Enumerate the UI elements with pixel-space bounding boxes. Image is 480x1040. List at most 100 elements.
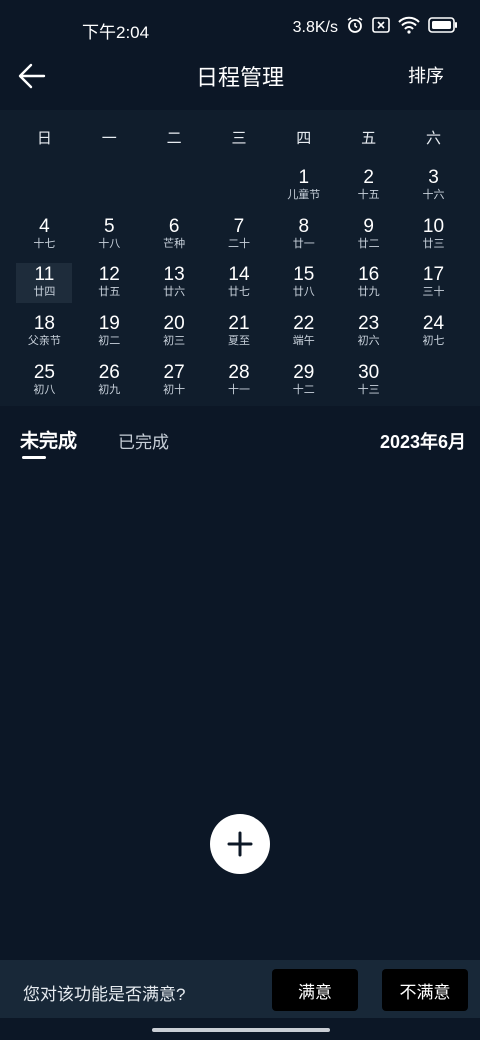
status-bar: 下午2:04 3.8K/s — [0, 0, 480, 56]
day-number: 23 — [358, 313, 380, 335]
calendar-day[interactable]: 17 三十 — [401, 263, 466, 312]
lunar-date: 初七 — [422, 335, 445, 348]
home-indicator[interactable] — [152, 1028, 330, 1032]
day-number: 25 — [33, 361, 55, 383]
lunar-date: 三十 — [422, 286, 445, 299]
calendar-day[interactable]: 25 初八 — [12, 361, 77, 410]
day-number: 29 — [293, 361, 315, 383]
calendar-day[interactable]: 3 十六 — [401, 166, 466, 215]
tab-indicator — [22, 456, 46, 459]
day-number: 9 — [363, 215, 374, 237]
satisfied-button[interactable]: 满意 — [272, 969, 358, 1011]
calendar-day[interactable]: 24 初七 — [401, 312, 466, 361]
lunar-date: 廿二 — [357, 237, 380, 250]
lunar-date: 十二 — [292, 383, 315, 396]
calendar-grid: 1 儿童节 2 十五 3 十六 4 十七 5 十八 6 芒种 7 二十 8 廿一 9 廿二 10 廿三 11 廿四 12 廿五… — [12, 166, 466, 409]
lunar-date: 廿九 — [357, 286, 380, 299]
calendar-day[interactable]: 29 十二 — [271, 361, 336, 410]
lunar-date: 廿六 — [163, 286, 186, 299]
lunar-date: 十八 — [98, 237, 121, 250]
day-number: 1 — [298, 167, 310, 188]
day-number: 21 — [228, 313, 250, 335]
day-number: 6 — [168, 215, 180, 237]
calendar-day[interactable]: 5 十八 — [77, 215, 142, 264]
calendar-day-selected[interactable]: 11 廿四 — [16, 263, 73, 304]
lunar-date: 儿童节 — [287, 189, 321, 201]
day-number: 11 — [34, 264, 55, 286]
calendar-day[interactable]: 16 廿九 — [336, 263, 401, 312]
day-number: 17 — [422, 264, 445, 286]
lunar-date: 二十 — [227, 237, 250, 250]
calendar-day[interactable]: 23 初六 — [336, 312, 401, 361]
month-label[interactable]: 2023年6月 — [380, 428, 466, 454]
lunar-date: 夏至 — [227, 335, 250, 348]
add-schedule-button[interactable] — [210, 814, 270, 874]
calendar-day[interactable]: 18 父亲节 — [12, 312, 77, 361]
lunar-date: 初十 — [163, 383, 186, 396]
weekday-header: 日一二三四五六 — [12, 127, 466, 148]
day-number: 10 — [422, 215, 445, 237]
feedback-question: 您对该功能是否满意? — [23, 985, 186, 1004]
calendar-day[interactable]: 8 廿一 — [271, 215, 336, 264]
calendar-day[interactable]: 14 廿七 — [207, 263, 272, 312]
day-number: 2 — [363, 167, 374, 188]
calendar-day[interactable]: 9 廿二 — [336, 215, 401, 264]
header: 日程管理 排序 — [0, 52, 480, 110]
lunar-date: 十六 — [422, 189, 445, 201]
day-number: 12 — [98, 264, 120, 286]
calendar-day[interactable]: 7 二十 — [207, 215, 272, 264]
day-number: 15 — [293, 264, 315, 286]
lunar-date: 初六 — [357, 335, 380, 348]
day-number: 14 — [228, 264, 250, 286]
day-number: 3 — [428, 167, 439, 188]
calendar-empty-cell — [207, 166, 272, 215]
calendar-day[interactable]: 30 十三 — [336, 361, 401, 410]
status-time: 下午2:04 — [82, 23, 150, 42]
day-number: 7 — [233, 215, 245, 237]
calendar-day[interactable]: 19 初二 — [77, 312, 142, 361]
calendar-day[interactable]: 12 廿五 — [77, 263, 142, 312]
calendar-day[interactable]: 27 初十 — [142, 361, 207, 410]
lunar-date: 初三 — [163, 335, 186, 348]
day-number: 19 — [98, 313, 120, 335]
weekday-label: 日 — [36, 130, 52, 147]
lunar-date: 芒种 — [163, 237, 186, 250]
day-number: 24 — [422, 313, 445, 335]
day-number: 20 — [163, 313, 185, 335]
lunar-date: 端午 — [292, 335, 315, 348]
calendar-day[interactable]: 1 儿童节 — [271, 166, 336, 215]
calendar-day[interactable]: 2 十五 — [336, 166, 401, 215]
day-number: 5 — [103, 215, 115, 237]
calendar-day[interactable]: 20 初三 — [142, 312, 207, 361]
sort-button[interactable]: 排序 — [408, 62, 444, 88]
lunar-date: 廿五 — [98, 286, 121, 299]
calendar: 日一二三四五六 1 儿童节 2 十五 3 十六 4 十七 5 十八 6 芒种 7 二十 8 廿一 9 廿二 10 廿三… — [0, 110, 480, 406]
calendar-day[interactable]: 10 廿三 — [401, 215, 466, 264]
calendar-day[interactable]: 28 十一 — [207, 361, 272, 410]
calendar-day[interactable]: 22 端午 — [271, 312, 336, 361]
tab-complete[interactable]: 已完成 — [118, 428, 169, 453]
calendar-day[interactable]: 21 夏至 — [207, 312, 272, 361]
calendar-day[interactable]: 6 芒种 — [142, 215, 207, 264]
tab-incomplete[interactable]: 未完成 — [20, 426, 77, 453]
status-icons: 3.8K/s — [293, 16, 458, 39]
lunar-date: 廿四 — [33, 286, 56, 299]
lunar-date: 十一 — [227, 383, 250, 396]
lunar-date: 廿三 — [422, 237, 445, 250]
calendar-day[interactable]: 4 十七 — [12, 215, 77, 264]
day-number: 26 — [98, 361, 120, 383]
calendar-day[interactable]: 15 廿八 — [271, 263, 336, 312]
day-number: 8 — [298, 215, 310, 237]
weekday-label: 六 — [425, 130, 441, 147]
unsatisfied-button[interactable]: 不满意 — [382, 969, 468, 1011]
day-number: 27 — [163, 361, 185, 383]
status-tabs: 未完成 已完成 2023年6月 — [0, 420, 480, 465]
day-number: 16 — [358, 264, 380, 286]
calendar-day[interactable]: 26 初九 — [77, 361, 142, 410]
calendar-empty-cell — [12, 166, 77, 215]
calendar-empty-cell — [142, 166, 207, 215]
calendar-day[interactable]: 13 廿六 — [142, 263, 207, 312]
lunar-date: 初九 — [98, 383, 121, 396]
feedback-bar: 您对该功能是否满意? 满意 不满意 — [0, 960, 480, 1018]
battery-icon — [428, 17, 458, 38]
